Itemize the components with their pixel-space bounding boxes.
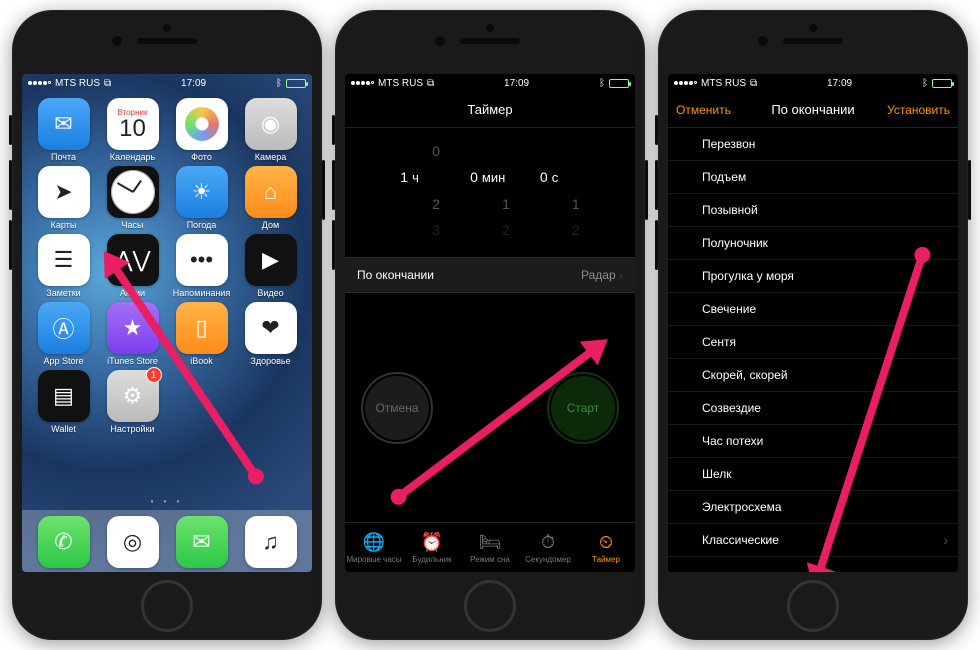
videos-app[interactable]: ▶︎Видео [239, 234, 302, 298]
mail-app[interactable]: ✉︎Почта [32, 98, 95, 162]
camera-app[interactable]: ◉Камера [239, 98, 302, 162]
when-timer-ends-row[interactable]: По окончании Радар › [345, 257, 635, 293]
wifi-icon: ⧉ [104, 78, 111, 89]
maps-app[interactable]: ➤Карты [32, 166, 95, 230]
sound-option[interactable]: Скорей, скорей [668, 359, 958, 392]
appstore-app[interactable]: ⒶApp Store [32, 302, 95, 366]
phone-app[interactable]: ✆ [32, 516, 95, 568]
when-ends-label: По окончании [357, 268, 434, 282]
carrier-label: MTS RUS [55, 78, 100, 89]
phone-frame-1: MTS RUS ⧉ 17:09 ᛒ ✉︎ПочтаВторник10Календ… [12, 10, 322, 640]
home-button[interactable] [464, 580, 516, 632]
sound-option[interactable]: Шелк [668, 458, 958, 491]
cancel-button[interactable]: Отменить [668, 92, 739, 127]
settings-app[interactable]: ⚙︎1Настройки [101, 370, 164, 434]
wallet-app[interactable]: ▤Wallet [32, 370, 95, 434]
sound-option[interactable]: Свечение [668, 293, 958, 326]
battery-icon [286, 79, 306, 88]
nav-title: По окончании [771, 102, 854, 117]
home-app[interactable]: ⌂Дом [239, 166, 302, 230]
timer-tab[interactable]: ⏲Таймер [577, 523, 635, 572]
nav-bar: Таймер [345, 92, 635, 128]
time-picker[interactable]: 0 1ч 23 0мин 12 0с 12 [345, 128, 635, 257]
phone-frame-2: MTS RUS⧉ 17:09 ᛒ Таймер 0 1ч 23 0мин 12 … [335, 10, 645, 640]
cancel-button[interactable]: Отмена [365, 376, 429, 440]
when-ends-value: Радар [581, 268, 616, 282]
clock-app[interactable]: Часы [101, 166, 164, 230]
calendar-app[interactable]: Вторник10Календарь [101, 98, 164, 162]
sound-option[interactable]: Позывной [668, 194, 958, 227]
sound-option[interactable]: Созвездие [668, 392, 958, 425]
sound-option[interactable]: Сентя [668, 326, 958, 359]
bluetooth-icon: ᛒ [276, 78, 282, 89]
classic-sounds-row[interactable]: Классические [668, 524, 958, 557]
photos-app[interactable]: Фото [170, 98, 233, 162]
sound-option[interactable]: Перезвон [668, 128, 958, 161]
page-indicator[interactable]: • • • [22, 493, 312, 510]
timer-screen: MTS RUS⧉ 17:09 ᛒ Таймер 0 1ч 23 0мин 12 … [345, 74, 635, 572]
clock-label: 17:09 [181, 78, 206, 89]
health-app[interactable]: ❤︎Здоровье [239, 302, 302, 366]
start-button[interactable]: Старт [551, 376, 615, 440]
sound-option[interactable]: Час потехи [668, 425, 958, 458]
home-screen: MTS RUS ⧉ 17:09 ᛒ ✉︎ПочтаВторник10Календ… [22, 74, 312, 572]
sound-option[interactable]: Электросхема [668, 491, 958, 524]
set-button[interactable]: Установить [879, 92, 958, 127]
messages-app[interactable]: ✉︎ [170, 516, 233, 568]
safari-app[interactable]: ◎ [101, 516, 164, 568]
home-button[interactable] [787, 580, 839, 632]
sound-option[interactable]: Подъем [668, 161, 958, 194]
phone-frame-3: MTS RUS⧉ 17:09 ᛒ Отменить По окончании У… [658, 10, 968, 640]
notes-app[interactable]: ☰Заметки [32, 234, 95, 298]
home-button[interactable] [141, 580, 193, 632]
status-bar: MTS RUS ⧉ 17:09 ᛒ [22, 74, 312, 92]
bedtime-tab[interactable]: 🛏Режим сна [461, 523, 519, 572]
alarm-tab[interactable]: ⏰Будильник [403, 523, 461, 572]
nav-title: Таймер [467, 102, 512, 117]
status-bar: MTS RUS⧉ 17:09 ᛒ [345, 74, 635, 92]
status-bar: MTS RUS⧉ 17:09 ᛒ [668, 74, 958, 92]
nav-bar: Отменить По окончании Установить [668, 92, 958, 128]
world-clock-tab[interactable]: 🌐Мировые часы [345, 523, 403, 572]
weather-app[interactable]: ☀︎Погода [170, 166, 233, 230]
chevron-right-icon: › [620, 271, 623, 282]
sounds-screen: MTS RUS⧉ 17:09 ᛒ Отменить По окончании У… [668, 74, 958, 572]
dock: ✆◎✉︎♫ [22, 510, 312, 572]
tab-bar: 🌐Мировые часы⏰Будильник🛏Режим сна⏱Секунд… [345, 522, 635, 572]
stopwatch-tab[interactable]: ⏱Секундомер [519, 523, 577, 572]
music-app[interactable]: ♫ [239, 516, 302, 568]
reminders-app[interactable]: •••Напоминания [170, 234, 233, 298]
